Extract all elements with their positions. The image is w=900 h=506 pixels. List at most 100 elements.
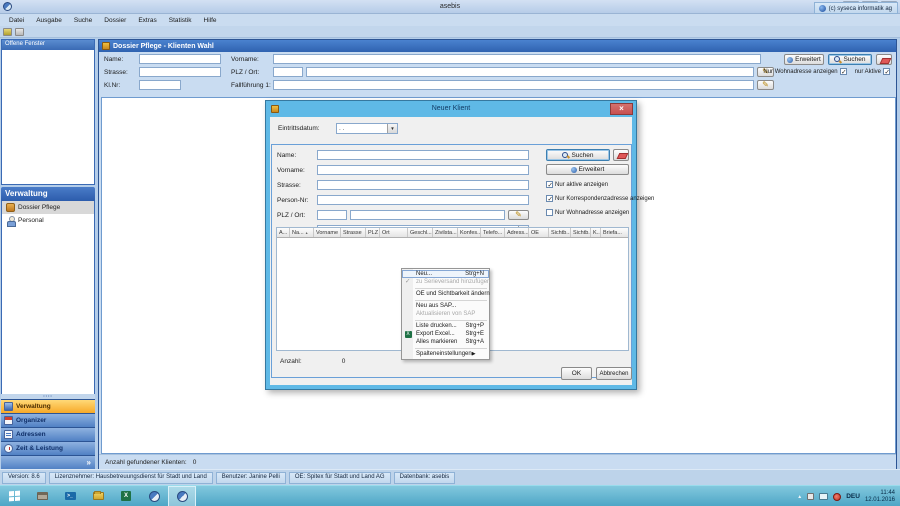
vorname-input[interactable] (273, 54, 761, 64)
nav-item[interactable]: Organizer (1, 413, 95, 427)
filter-checkbox[interactable]: Nur aktive anzeigen (546, 181, 654, 188)
checkbox-box[interactable] (546, 181, 553, 188)
table-column-header[interactable]: PLZ (366, 228, 380, 237)
language-indicator[interactable]: DEU (846, 493, 860, 500)
taskbar-server-manager[interactable] (28, 486, 56, 506)
table-column-header[interactable]: Vorname (314, 228, 341, 237)
taskbar-powershell[interactable]: >_ (56, 486, 84, 506)
dlg-name-input[interactable] (317, 150, 529, 160)
menu-item-icon (403, 302, 413, 310)
filter-checkbox[interactable]: nur Aktive (855, 68, 890, 75)
menu-item-label: Aktualisieren von SAP (416, 311, 475, 317)
filter-checkbox[interactable]: Nur Wohnadresse anzeigen (763, 68, 846, 75)
ok-button[interactable]: OK (561, 367, 592, 380)
dropdown-arrow-icon[interactable]: ▼ (387, 124, 397, 133)
checkbox-box[interactable] (546, 195, 553, 202)
vorname-label: Vorname: (231, 56, 259, 63)
notification-icon[interactable] (807, 493, 814, 500)
context-menu-item[interactable]: Neu... Strg+N ▶ (402, 270, 489, 278)
table-column-header[interactable]: Adress... (505, 228, 529, 237)
dlg-ort-input[interactable] (350, 210, 505, 220)
table-column-header[interactable]: K... (591, 228, 601, 237)
taskbar-app-active[interactable] (168, 486, 196, 506)
table-column-header[interactable]: Strasse (341, 228, 366, 237)
dossier-window-title: Dossier Pflege - Klienten Wahl (113, 43, 214, 50)
table-column-header[interactable]: A... (277, 228, 290, 237)
checkbox-box[interactable] (883, 68, 890, 75)
sidebar-item[interactable]: Personal (2, 214, 94, 227)
clear-button[interactable] (876, 54, 892, 65)
context-menu-item[interactable]: Spalteneinstellungen ▶ (402, 350, 489, 358)
table-column-header[interactable]: Zivilsta... (433, 228, 458, 237)
fallfuehrung-edit-button[interactable]: ✎ (757, 80, 774, 90)
menu-item[interactable]: Hilfe (198, 17, 223, 24)
dlg-vorname-input[interactable] (317, 165, 529, 175)
menu-item-shortcut: Strg+N (465, 271, 486, 277)
menu-item[interactable]: Suche (68, 17, 98, 24)
taskbar-app[interactable] (140, 486, 168, 506)
table-column-header[interactable]: Briefa... (601, 228, 628, 237)
dlg-ort-edit-button[interactable]: ✎ (508, 210, 529, 220)
checkbox-box[interactable] (546, 209, 553, 216)
strasse-input[interactable] (139, 67, 221, 77)
dlg-person-nr-input[interactable] (317, 195, 529, 205)
nav-item-label: Verwaltung (16, 403, 51, 410)
context-menu-item[interactable]: Liste drucken... Strg+P ▶ (402, 322, 489, 330)
klnr-input[interactable] (139, 80, 181, 90)
clock[interactable]: 11:44 12.01.2016 (865, 490, 897, 504)
abbrechen-button[interactable]: Abbrechen (596, 367, 632, 380)
context-menu-item[interactable]: Export Excel... Strg+E ▶ (402, 330, 489, 338)
network-icon[interactable] (819, 493, 828, 500)
filter-checkbox[interactable]: Nur Korrespondenzadresse anzeigen (546, 195, 654, 202)
menu-item[interactable]: Datei (3, 17, 30, 24)
taskbar-explorer[interactable] (84, 486, 112, 506)
fallfuehrung-input[interactable] (273, 80, 754, 90)
erweitert-button[interactable]: Erweitert (784, 54, 824, 65)
dlg-erweitert-button[interactable]: Erweitert (546, 164, 629, 175)
table-column-header[interactable]: OE (529, 228, 549, 237)
menu-item[interactable]: Extras (132, 17, 162, 24)
name-input[interactable] (139, 54, 221, 64)
dlg-strasse-input[interactable] (317, 180, 529, 190)
table-column-header[interactable]: Telefo... (481, 228, 505, 237)
expand-icon (787, 57, 793, 63)
menu-item[interactable]: Ausgabe (30, 17, 68, 24)
nav-item[interactable]: Verwaltung (1, 399, 95, 413)
checkbox-box[interactable] (840, 68, 847, 75)
menu-item-label: Export Excel... (416, 331, 455, 337)
context-menu-item[interactable]: Neu aus SAP... ▶ (402, 302, 489, 310)
ort-input[interactable] (306, 67, 754, 77)
start-button[interactable] (0, 486, 28, 506)
table-column-header[interactable]: Sichtb... (571, 228, 591, 237)
nav-item[interactable]: Adressen (1, 427, 95, 441)
filter-checkbox[interactable]: Nur Wohnadresse anzeigen (546, 209, 654, 216)
context-menu-item[interactable]: zu Serieversand hinzufügen ▶ (402, 278, 489, 286)
context-menu-item[interactable]: OE und Sichtbarkeit ändern ▶ (402, 290, 489, 298)
sidebar-item[interactable]: Dossier Pflege (2, 201, 94, 214)
menu-item-icon (403, 338, 413, 346)
table-column-header[interactable]: Geschl... (408, 228, 433, 237)
dialog-close-button[interactable]: × (610, 103, 633, 115)
toolbar-back-icon[interactable] (15, 28, 24, 36)
nav-item[interactable]: Zeit & Leistung (1, 441, 95, 455)
table-column-header[interactable]: Sichtb... (549, 228, 571, 237)
tray-app-icon[interactable] (833, 493, 841, 501)
menu-item[interactable]: Dossier (98, 17, 132, 24)
plz-input[interactable] (273, 67, 303, 77)
dialog-titlebar[interactable]: Neuer Klient × (266, 101, 636, 117)
context-menu-item[interactable]: Alles markieren Strg+A ▶ (402, 338, 489, 346)
table-column-header[interactable]: Konfes... (458, 228, 481, 237)
table-column-header[interactable]: Ort (380, 228, 408, 237)
taskbar-excel[interactable]: X (112, 486, 140, 506)
eintrittsdatum-select[interactable]: . . ▼ (336, 123, 398, 134)
menu-item[interactable]: Statistik (163, 17, 198, 24)
table-column-header[interactable]: Na... (290, 228, 314, 237)
dlg-plz-input[interactable] (317, 210, 347, 220)
dlg-clear-button[interactable] (613, 149, 629, 161)
context-menu-item[interactable]: Aktualisieren von SAP ▶ (402, 310, 489, 318)
dlg-suchen-button[interactable]: Suchen (546, 149, 610, 161)
suchen-button[interactable]: Suchen (828, 54, 872, 65)
chevrons-icon[interactable]: » (87, 458, 91, 467)
toolbar-folder-icon[interactable] (3, 28, 12, 36)
tray-expand-icon[interactable]: ▲ (797, 494, 802, 500)
